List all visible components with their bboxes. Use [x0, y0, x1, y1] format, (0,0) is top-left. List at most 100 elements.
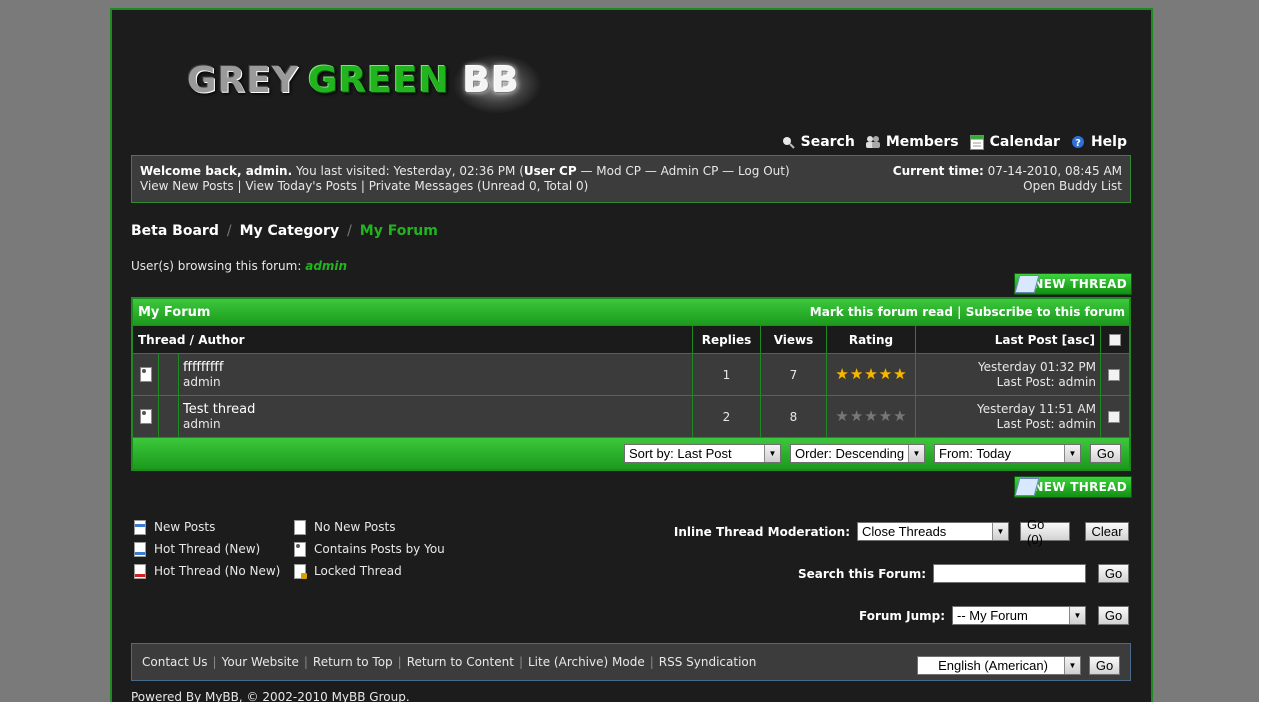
thread-select-checkbox[interactable] — [1108, 410, 1120, 423]
thread-rating[interactable]: ★ ★ ★ ★ ★ — [826, 354, 915, 395]
breadcrumb-forum: My Forum — [359, 223, 438, 239]
view-today-posts-link[interactable]: View Today's Posts — [245, 179, 357, 193]
moderation-label: Inline Thread Moderation: — [673, 524, 850, 539]
mod-cp-link[interactable]: — Mod CP — [577, 164, 641, 178]
site-logo[interactable]: GREY GREEN BB — [182, 50, 542, 120]
last-post-author[interactable]: Last Post: admin — [997, 375, 1096, 390]
footer-top-link[interactable]: Return to Top — [313, 655, 393, 669]
separator: | — [357, 179, 369, 193]
col-last-post[interactable]: Last Post [asc] — [915, 326, 1100, 353]
star-icon[interactable]: ★ — [850, 409, 863, 424]
search-forum-input[interactable] — [933, 564, 1086, 583]
legend-hot-thread-new: Hot Thread (New) — [134, 541, 294, 557]
members-icon — [865, 134, 881, 150]
contains-posts-icon — [294, 541, 306, 557]
chevron-down-icon: ▼ — [764, 445, 780, 462]
moderation-go-button[interactable]: Go (0) — [1020, 517, 1070, 547]
top-menu: Search Members Calendar ? Help — [780, 134, 1127, 150]
moderation-select[interactable]: Close Threads ▼ — [857, 522, 1009, 541]
star-icon[interactable]: ★ — [835, 409, 848, 424]
paren-close: ) — [784, 164, 790, 178]
search-forum-label: Search this Forum: — [797, 566, 926, 581]
col-views[interactable]: Views — [760, 326, 826, 353]
breadcrumb-category[interactable]: My Category — [240, 223, 340, 239]
footer-contact-link[interactable]: Contact Us — [142, 655, 208, 669]
legend-label: Locked Thread — [314, 564, 402, 578]
search-forum-go-button[interactable]: Go — [1098, 564, 1129, 583]
welcome-text: Welcome back, admin. — [140, 164, 293, 178]
footer-website-link[interactable]: Your Website — [222, 655, 299, 669]
language-select[interactable]: English (American) ▼ — [917, 656, 1081, 675]
search-icon — [780, 134, 796, 150]
star-icon[interactable]: ★ — [864, 409, 877, 424]
last-post-date[interactable]: Yesterday 01:32 PM — [978, 360, 1096, 375]
language-go-button[interactable]: Go — [1089, 656, 1120, 675]
private-messages-link[interactable]: Private Messages (Unread 0, Total 0) — [369, 179, 589, 193]
footer-rss-link[interactable]: RSS Syndication — [659, 655, 757, 669]
legend-hot-thread-no-new: Hot Thread (No New) — [134, 563, 294, 579]
admin-cp-link[interactable]: — Admin CP — [641, 164, 719, 178]
legend-label: Contains Posts by You — [314, 542, 445, 556]
thread-select-cell — [1100, 396, 1127, 437]
last-post-author[interactable]: Last Post: admin — [997, 417, 1096, 432]
new-thread-button-bottom[interactable]: NEW THREAD — [1014, 476, 1132, 498]
rating-stars[interactable]: ★ ★ ★ ★ ★ — [835, 409, 906, 424]
footer-content-link[interactable]: Return to Content — [407, 655, 514, 669]
mark-forum-read-link[interactable]: Mark this forum read — [810, 305, 953, 319]
logo-text-bb: BB — [463, 60, 520, 101]
thread-title-link[interactable]: fffffffff — [183, 360, 223, 375]
col-replies[interactable]: Replies — [692, 326, 760, 353]
breadcrumb-separator: / — [347, 223, 352, 239]
view-new-posts-link[interactable]: View New Posts — [140, 179, 234, 193]
new-thread-button[interactable]: NEW THREAD — [1014, 273, 1132, 295]
thread-select-checkbox[interactable] — [1108, 368, 1120, 381]
col-thread-author[interactable]: Thread / Author — [133, 326, 692, 353]
star-icon[interactable]: ★ — [879, 367, 892, 382]
thread-views: 8 — [760, 396, 826, 437]
menu-calendar[interactable]: Calendar — [969, 134, 1060, 150]
browsing-user-link[interactable]: admin — [305, 259, 347, 273]
star-icon[interactable]: ★ — [864, 367, 877, 382]
forum-jump-go-button[interactable]: Go — [1098, 606, 1129, 625]
thread-author-link[interactable]: admin — [183, 375, 221, 389]
forum-jump-form: Forum Jump: -- My Forum ▼ Go — [859, 606, 1129, 625]
moderation-clear-button[interactable]: Clear — [1085, 522, 1129, 541]
menu-help[interactable]: ? Help — [1070, 134, 1127, 150]
thread-replies[interactable]: 1 — [692, 354, 760, 395]
thread-prefix-cell — [158, 396, 178, 437]
user-cp-link[interactable]: User CP — [524, 164, 577, 178]
star-icon[interactable]: ★ — [893, 409, 906, 424]
new-thread-label: NEW THREAD — [1033, 277, 1127, 291]
menu-search[interactable]: Search — [780, 134, 855, 150]
last-post-date[interactable]: Yesterday 11:51 AM — [977, 402, 1096, 417]
col-rating[interactable]: Rating — [826, 326, 915, 353]
svg-text:?: ? — [1075, 138, 1081, 149]
current-time-label: Current time: — [892, 164, 984, 178]
buddy-list-link[interactable]: Open Buddy List — [893, 179, 1122, 194]
star-icon[interactable]: ★ — [850, 367, 863, 382]
select-all-checkbox[interactable] — [1109, 333, 1121, 346]
sort-go-button[interactable]: Go — [1090, 444, 1121, 463]
forum-jump-value: -- My Forum — [957, 608, 1028, 623]
logout-link[interactable]: — Log Out — [718, 164, 785, 178]
thread-rating[interactable]: ★ ★ ★ ★ ★ — [826, 396, 915, 437]
thread-prefix-cell — [158, 354, 178, 395]
breadcrumb-board[interactable]: Beta Board — [131, 223, 219, 239]
new-thread-label: NEW THREAD — [1033, 480, 1127, 494]
star-icon[interactable]: ★ — [879, 409, 892, 424]
star-icon[interactable]: ★ — [893, 367, 906, 382]
thread-replies[interactable]: 2 — [692, 396, 760, 437]
thread-title-link[interactable]: Test thread — [183, 402, 255, 417]
forum-title: My Forum — [138, 304, 211, 320]
thread-author-link[interactable]: admin — [183, 417, 221, 431]
thread-last-post: Yesterday 01:32 PM Last Post: admin — [915, 354, 1100, 395]
sort-by-select[interactable]: Sort by: Last Post ▼ — [624, 444, 781, 463]
subscribe-forum-link[interactable]: Subscribe to this forum — [966, 305, 1125, 319]
from-select[interactable]: From: Today ▼ — [934, 444, 1081, 463]
rating-stars[interactable]: ★ ★ ★ ★ ★ — [835, 367, 906, 382]
order-select[interactable]: Order: Descending ▼ — [790, 444, 925, 463]
forum-jump-select[interactable]: -- My Forum ▼ — [952, 606, 1086, 625]
star-icon[interactable]: ★ — [835, 367, 848, 382]
menu-members[interactable]: Members — [865, 134, 959, 150]
footer-archive-link[interactable]: Lite (Archive) Mode — [528, 655, 645, 669]
